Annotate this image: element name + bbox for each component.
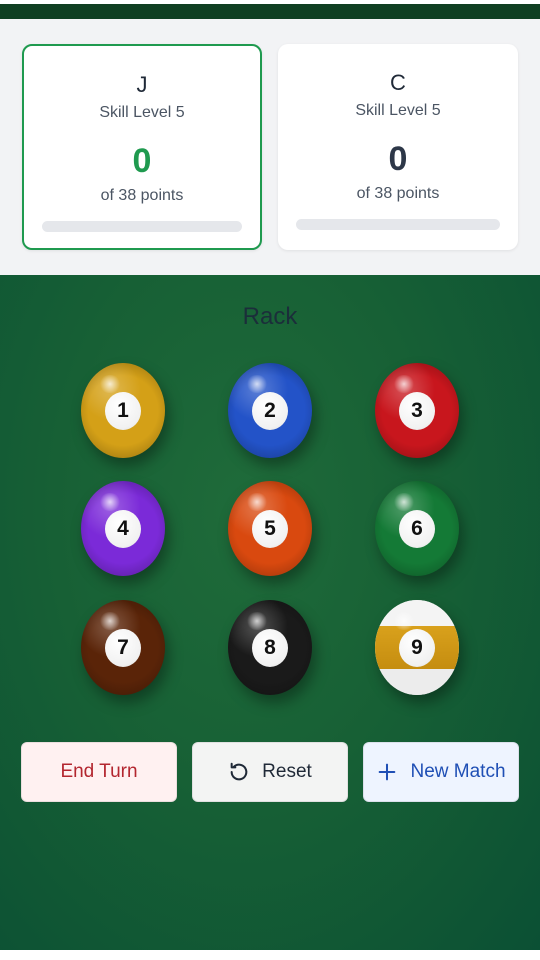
player-progress-bar bbox=[42, 221, 242, 232]
ball-number: 8 bbox=[252, 629, 288, 667]
end-turn-label: End Turn bbox=[60, 761, 138, 782]
player-target: of 38 points bbox=[356, 185, 440, 202]
player-name: C bbox=[390, 70, 406, 95]
ball-8[interactable]: 8 bbox=[228, 600, 312, 695]
new-match-button[interactable]: New Match bbox=[363, 742, 519, 802]
ball-3[interactable]: 3 bbox=[375, 363, 459, 458]
ball-number: 2 bbox=[252, 392, 288, 430]
new-match-label: New Match bbox=[410, 761, 506, 782]
ball-number: 3 bbox=[399, 392, 435, 430]
player-skill-level: Skill Level 5 bbox=[355, 102, 441, 119]
ball-5[interactable]: 5 bbox=[228, 481, 312, 576]
end-turn-button[interactable]: End Turn bbox=[21, 742, 177, 802]
ball-number: 5 bbox=[252, 510, 288, 548]
pool-table-felt: Rack 1 2 3 4 5 6 7 8 9 End Turn Reset Ne… bbox=[0, 275, 540, 950]
ball-6[interactable]: 6 bbox=[375, 481, 459, 576]
ball-1[interactable]: 1 bbox=[81, 363, 165, 458]
ball-7[interactable]: 7 bbox=[81, 600, 165, 695]
player-target: of 38 points bbox=[100, 187, 184, 204]
player-progress-bar bbox=[296, 219, 500, 230]
ball-number: 9 bbox=[399, 629, 435, 667]
ball-number: 7 bbox=[105, 629, 141, 667]
ball-9[interactable]: 9 bbox=[375, 600, 459, 695]
player-card-c[interactable]: C Skill Level 5 0 of 38 points bbox=[278, 44, 518, 250]
header-strip bbox=[0, 4, 540, 19]
player-skill-level: Skill Level 5 bbox=[99, 104, 185, 121]
player-score: 0 bbox=[388, 140, 408, 178]
ball-number: 6 bbox=[399, 510, 435, 548]
ball-4[interactable]: 4 bbox=[81, 481, 165, 576]
plus-icon bbox=[379, 763, 396, 781]
ball-number: 1 bbox=[105, 392, 141, 430]
ball-number: 4 bbox=[105, 510, 141, 548]
ball-2[interactable]: 2 bbox=[228, 363, 312, 458]
reset-button[interactable]: Reset bbox=[192, 742, 348, 802]
bottom-edge bbox=[0, 950, 540, 960]
rack-title: Rack bbox=[242, 303, 298, 330]
player-name: J bbox=[136, 72, 148, 97]
player-card-j[interactable]: J Skill Level 5 0 of 38 points bbox=[22, 44, 262, 250]
reset-icon bbox=[230, 762, 248, 781]
scoreboard: J Skill Level 5 0 of 38 points C Skill L… bbox=[0, 19, 540, 275]
player-score: 0 bbox=[132, 142, 152, 180]
reset-label: Reset bbox=[262, 761, 312, 782]
